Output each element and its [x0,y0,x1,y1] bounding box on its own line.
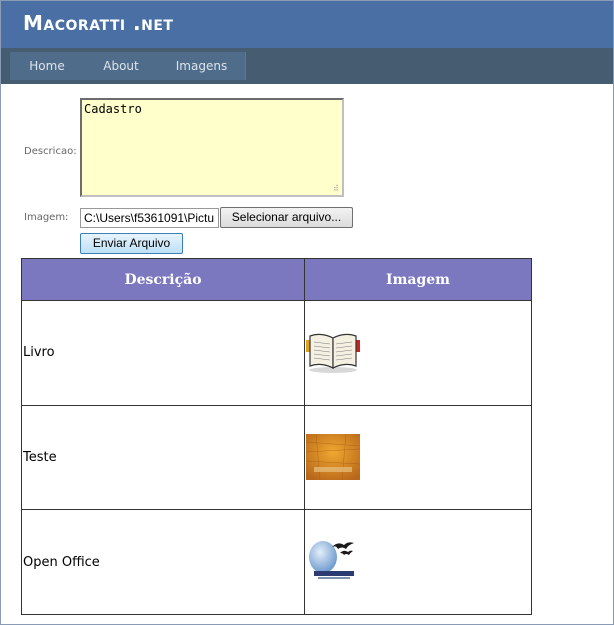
open-book-icon [306,329,360,376]
row-image-cell [304,300,532,406]
select-file-button[interactable]: Selecionar arquivo... [220,207,353,228]
nav-item-imagens[interactable]: Imagens [158,52,246,80]
file-path-field[interactable] [80,208,219,228]
site-header: Macoratti .net [1,1,613,48]
nav-menu: Home About Imagens [1,48,613,84]
send-file-button[interactable]: Enviar Arquivo [80,233,183,254]
site-title: Macoratti .net [23,11,174,35]
row-image-cell [304,404,532,511]
openoffice-logo [306,539,360,586]
imagem-label: Imagem: [24,212,69,223]
column-header-imagem: Imagem [304,258,532,301]
table-row: Livro [21,300,532,406]
column-header-descricao: Descrição [21,258,305,301]
grid-header-row: Descrição Imagem [21,258,532,301]
row-descricao: Teste [21,404,305,511]
descricao-label: Descricao: [24,146,77,157]
nav-item-about[interactable]: About [84,52,159,80]
row-image-cell [304,509,532,615]
nav-item-home[interactable]: Home [10,52,85,80]
orange-texture-icon [306,434,360,481]
table-row: Teste [21,404,532,511]
descricao-textarea[interactable] [80,98,344,197]
resize-grip-icon[interactable]: ⠾ [333,185,343,195]
table-row: Open Office [21,509,532,615]
row-descricao: Livro [21,300,305,406]
row-descricao: Open Office [21,509,305,615]
images-grid: Descrição Imagem Livro Teste Open Office [21,258,532,615]
